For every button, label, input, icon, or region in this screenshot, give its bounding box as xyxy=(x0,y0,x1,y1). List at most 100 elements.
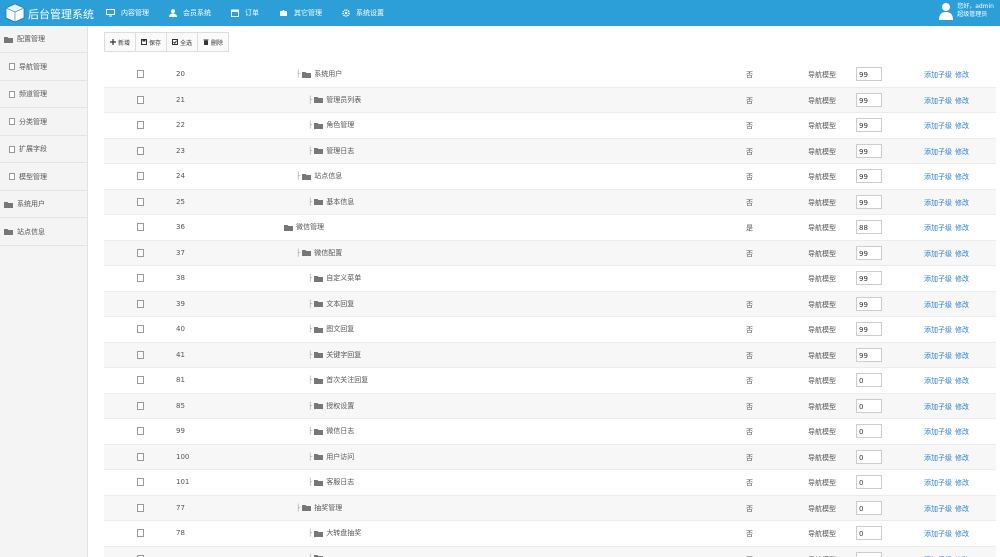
nav-item-2[interactable]: 订单 xyxy=(231,0,259,26)
edit-link[interactable]: 修改 xyxy=(955,454,969,462)
nav-item-3[interactable]: 其它管理 xyxy=(279,0,322,26)
sort-input[interactable] xyxy=(856,271,882,285)
edit-link[interactable]: 修改 xyxy=(955,122,969,130)
sort-input[interactable] xyxy=(856,194,882,209)
edit-link[interactable]: 修改 xyxy=(955,352,969,360)
sidebar-item-1[interactable]: 导航管理 xyxy=(0,54,88,81)
sort-input[interactable] xyxy=(856,449,882,464)
nav-item-4[interactable]: 系统设置 xyxy=(342,0,384,26)
edit-link[interactable]: 修改 xyxy=(955,377,969,385)
edit-link[interactable]: 修改 xyxy=(955,199,969,207)
row-checkbox[interactable] xyxy=(137,146,144,155)
row-checkbox[interactable] xyxy=(137,70,144,78)
add-child-link[interactable]: 添加子级 xyxy=(924,275,952,283)
edit-link[interactable]: 修改 xyxy=(955,224,969,232)
row-checkbox[interactable] xyxy=(137,197,144,206)
row-checkbox[interactable] xyxy=(137,427,144,435)
sidebar-item-7[interactable]: 站点信息 xyxy=(0,219,88,246)
edit-link[interactable]: 修改 xyxy=(955,97,969,105)
add-child-link[interactable]: 添加子级 xyxy=(924,479,952,487)
sort-input[interactable] xyxy=(856,373,882,387)
edit-link[interactable]: 修改 xyxy=(955,173,969,181)
add-child-link[interactable]: 添加子级 xyxy=(924,148,952,156)
row-checkbox[interactable] xyxy=(137,299,144,308)
sort-input[interactable] xyxy=(856,67,882,81)
add-child-link[interactable]: 添加子级 xyxy=(924,352,952,360)
add-child-link[interactable]: 添加子级 xyxy=(924,250,952,258)
save-button[interactable]: 保存 xyxy=(136,33,168,51)
add-child-link[interactable]: 添加子级 xyxy=(924,122,952,130)
sort-input[interactable] xyxy=(856,245,882,260)
sort-input[interactable] xyxy=(856,169,882,183)
add-child-link[interactable]: 添加子级 xyxy=(924,199,952,207)
row-checkbox[interactable] xyxy=(137,452,144,461)
tree-branch-icon: ├ xyxy=(308,197,313,206)
row-checkbox[interactable] xyxy=(137,529,144,537)
sidebar-item-2[interactable]: 频道管理 xyxy=(0,81,88,108)
edit-link[interactable]: 修改 xyxy=(955,326,969,334)
sort-input[interactable] xyxy=(856,118,882,132)
nav-item-0[interactable]: 内容管理 xyxy=(106,0,149,26)
user-panel[interactable]: 您好，admin 超级管理员 xyxy=(939,2,994,20)
row-checkbox[interactable] xyxy=(137,376,144,384)
sort-input[interactable] xyxy=(856,347,882,362)
row-checkbox[interactable] xyxy=(137,223,144,231)
add-child-link[interactable]: 添加子级 xyxy=(924,403,952,411)
add-child-link[interactable]: 添加子级 xyxy=(924,173,952,181)
add-child-link[interactable]: 添加子级 xyxy=(924,377,952,385)
sort-input[interactable] xyxy=(856,296,882,311)
sidebar-item-0[interactable]: 配置管理 xyxy=(0,26,88,53)
sort-input[interactable] xyxy=(856,398,882,413)
add-child-link[interactable]: 添加子级 xyxy=(924,326,952,334)
add-child-link[interactable]: 添加子级 xyxy=(924,505,952,513)
sidebar-item-3[interactable]: 分类管理 xyxy=(0,109,88,136)
edit-link[interactable]: 修改 xyxy=(955,71,969,79)
folder-icon xyxy=(314,453,324,460)
row-checkbox[interactable] xyxy=(137,95,144,104)
sidebar-item-4[interactable]: 扩展字段 xyxy=(0,136,88,163)
row-checkbox[interactable] xyxy=(137,121,144,129)
add-child-link[interactable]: 添加子级 xyxy=(924,454,952,462)
row-checkbox[interactable] xyxy=(137,248,144,257)
row-checkbox[interactable] xyxy=(137,401,144,410)
delete-button[interactable]: 删除 xyxy=(198,33,228,51)
select-all-button[interactable]: 全选 xyxy=(167,33,199,51)
add-button[interactable]: 新增 xyxy=(105,33,137,51)
add-child-link[interactable]: 添加子级 xyxy=(924,97,952,105)
edit-link[interactable]: 修改 xyxy=(955,250,969,258)
add-child-link[interactable]: 添加子级 xyxy=(924,530,952,538)
add-child-link[interactable]: 添加子级 xyxy=(924,428,952,436)
sort-input[interactable] xyxy=(856,500,882,515)
row-show-status: 否 xyxy=(746,300,753,309)
sort-input[interactable] xyxy=(856,220,882,234)
add-child-link[interactable]: 添加子级 xyxy=(924,224,952,232)
add-child-link[interactable]: 添加子级 xyxy=(924,71,952,79)
edit-link[interactable]: 修改 xyxy=(955,479,969,487)
add-child-link[interactable]: 添加子级 xyxy=(924,301,952,309)
row-checkbox[interactable] xyxy=(137,478,144,486)
sort-input[interactable] xyxy=(856,92,882,107)
sort-input[interactable] xyxy=(856,475,882,489)
row-actions: 添加子级修改 xyxy=(924,504,972,514)
row-checkbox[interactable] xyxy=(137,172,144,180)
row-checkbox[interactable] xyxy=(137,350,144,359)
sort-input[interactable] xyxy=(856,551,882,557)
nav-item-1[interactable]: 会员系统 xyxy=(169,0,211,26)
sort-input[interactable] xyxy=(856,143,882,158)
edit-link[interactable]: 修改 xyxy=(955,148,969,156)
row-checkbox[interactable] xyxy=(137,503,144,512)
row-checkbox[interactable] xyxy=(137,274,144,282)
edit-link[interactable]: 修改 xyxy=(955,301,969,309)
sort-input[interactable] xyxy=(856,322,882,336)
sidebar-item-5[interactable]: 模型管理 xyxy=(0,164,88,191)
edit-link[interactable]: 修改 xyxy=(955,505,969,513)
row-checkbox[interactable] xyxy=(137,325,144,333)
row-nav-type: 导航模型 xyxy=(808,326,836,334)
sort-input[interactable] xyxy=(856,526,882,540)
edit-link[interactable]: 修改 xyxy=(955,275,969,283)
edit-link[interactable]: 修改 xyxy=(955,530,969,538)
edit-link[interactable]: 修改 xyxy=(955,403,969,411)
sort-input[interactable] xyxy=(856,424,882,438)
edit-link[interactable]: 修改 xyxy=(955,428,969,436)
sidebar-item-6[interactable]: 系统用户 xyxy=(0,191,88,218)
